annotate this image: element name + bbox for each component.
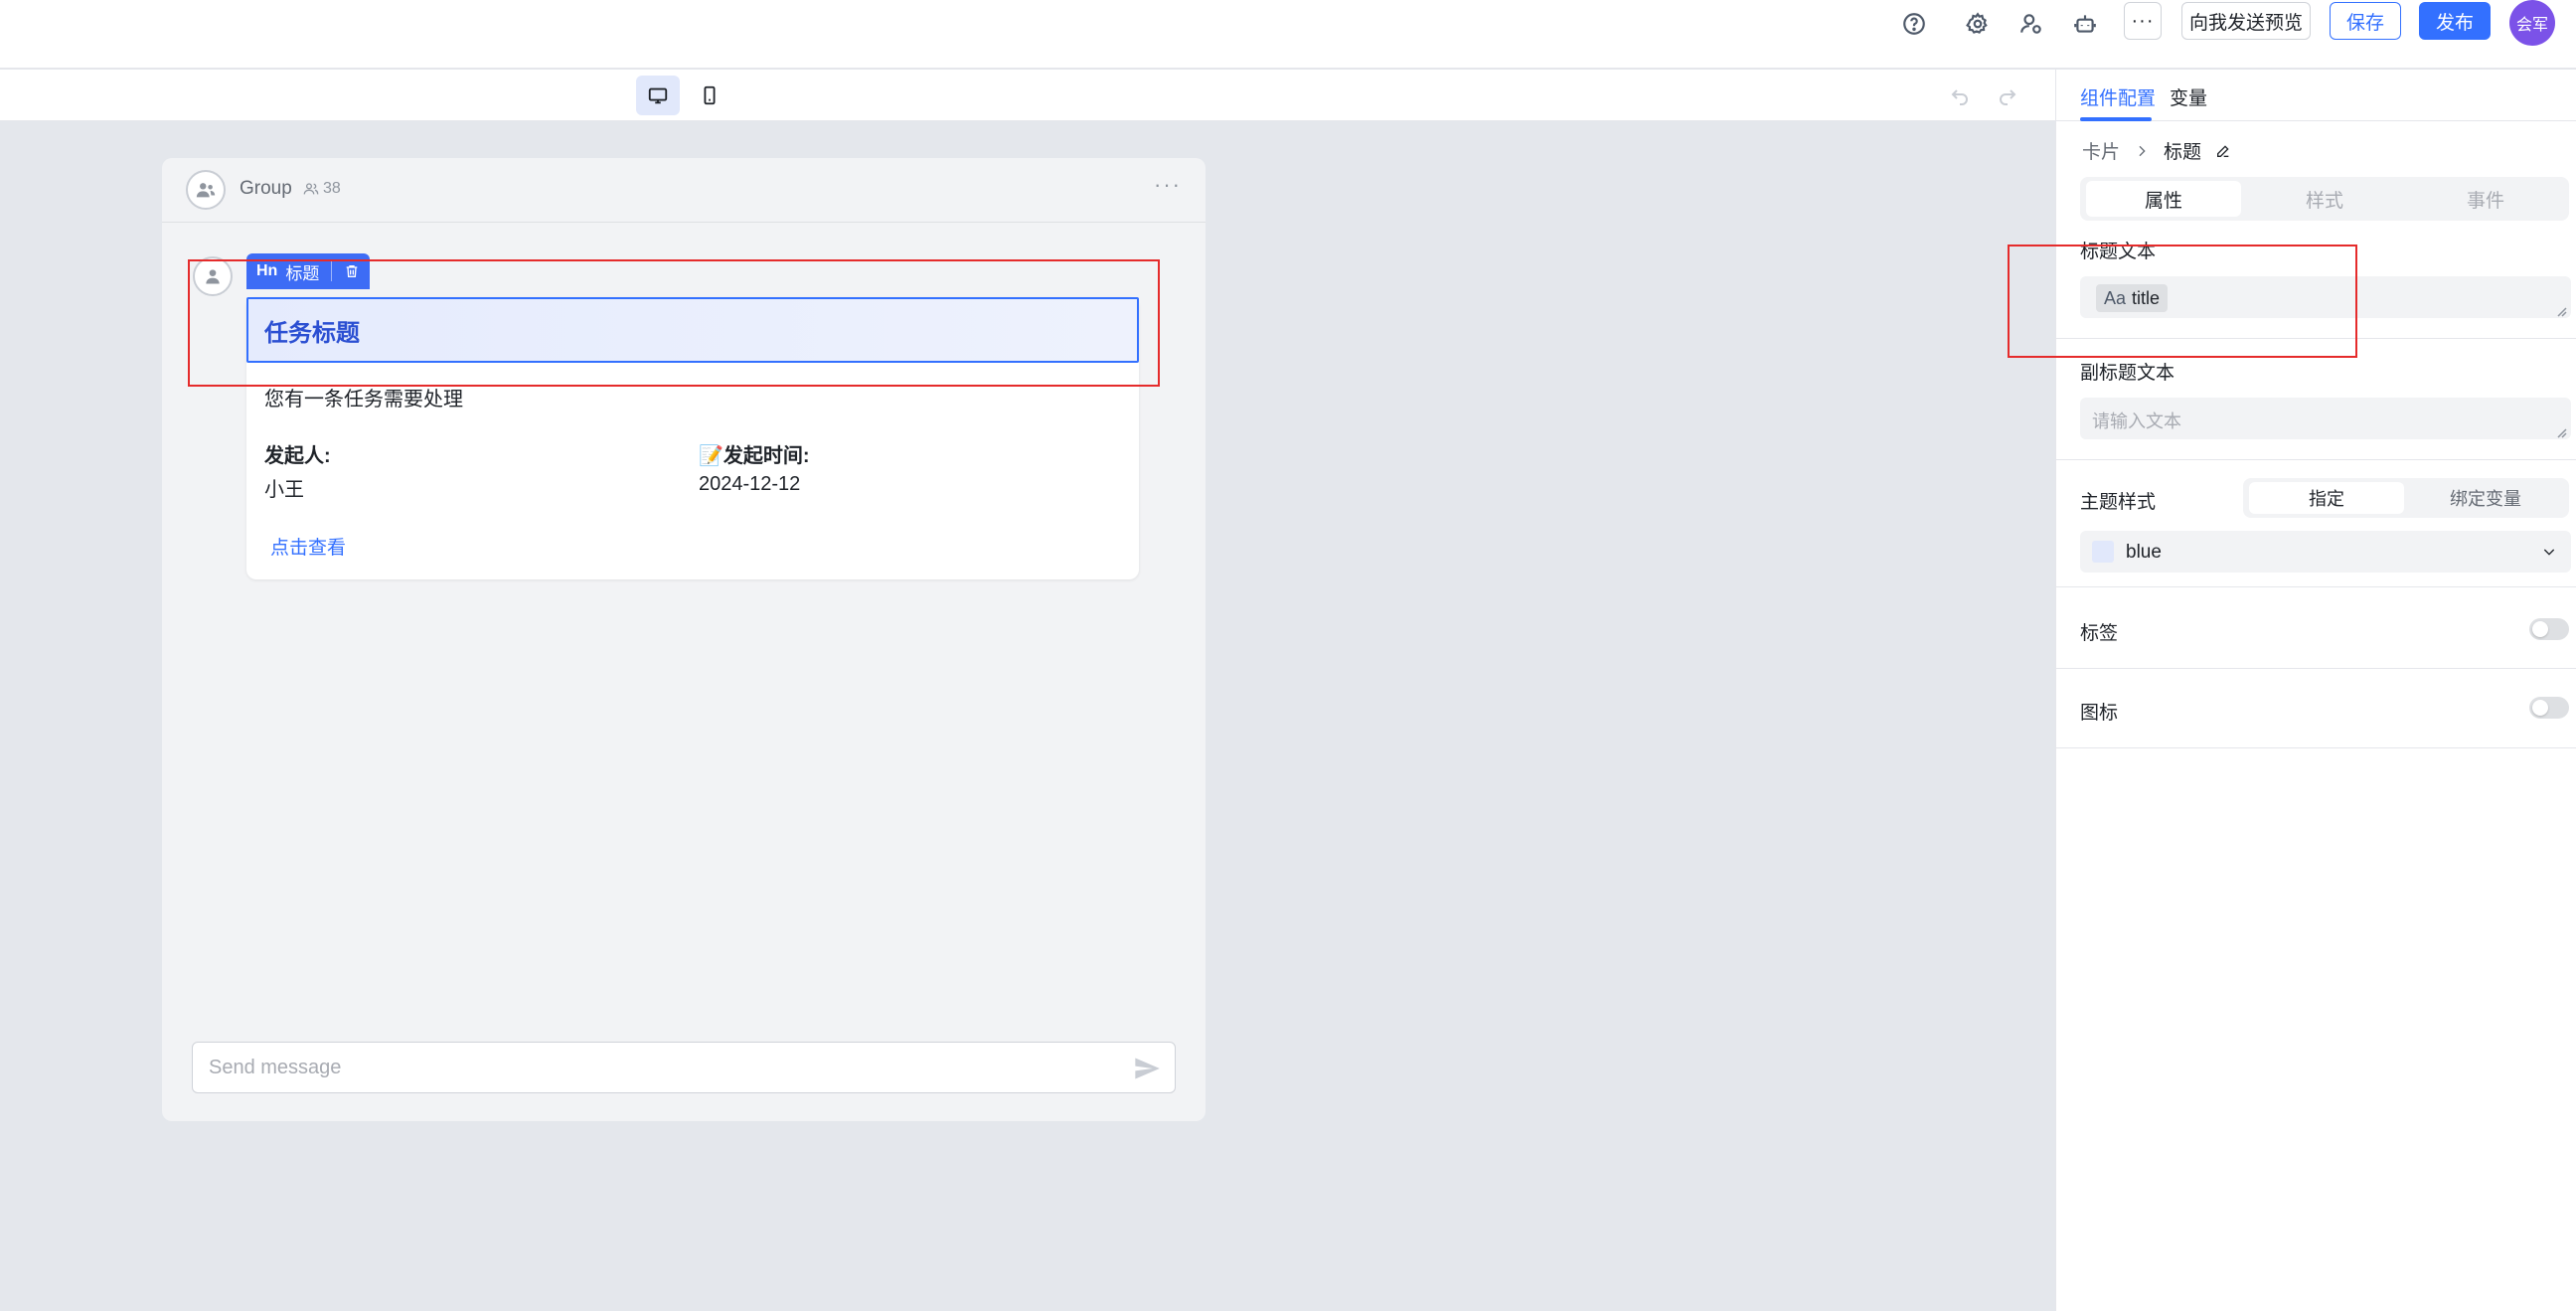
group-name: Group xyxy=(240,178,292,199)
tag-toggle[interactable] xyxy=(2529,618,2569,640)
group-avatar xyxy=(186,170,226,210)
divider xyxy=(2056,586,2576,587)
panel-segment-control: 属性 样式 事件 xyxy=(2080,177,2569,221)
divider xyxy=(2056,459,2576,460)
resize-handle-icon[interactable] xyxy=(2557,425,2567,438)
icon-label: 图标 xyxy=(2080,703,2119,724)
desktop-view-button[interactable] xyxy=(636,76,680,115)
annotation-box-title xyxy=(188,259,1160,387)
send-icon[interactable] xyxy=(1133,1055,1161,1082)
member-count-value: 38 xyxy=(323,180,341,197)
subtitle-text-field[interactable]: 请输入文本 xyxy=(2080,398,2571,439)
question-circle-icon[interactable] xyxy=(1894,4,1934,44)
group-icon xyxy=(196,183,216,198)
active-tab-indicator xyxy=(2080,117,2152,121)
color-swatch xyxy=(2092,541,2114,563)
top-bar: ··· 向我发送预览 保存 发布 会军 xyxy=(0,0,2576,69)
theme-mode-fixed[interactable]: 指定 xyxy=(2249,482,2404,514)
chat-header: Group 38 ··· xyxy=(162,158,1206,223)
mobile-icon xyxy=(704,85,716,105)
robot-icon[interactable] xyxy=(2065,4,2105,44)
icon-toggle[interactable] xyxy=(2529,697,2569,719)
field-value-initiator: 小王 xyxy=(264,479,304,501)
theme-color-value: blue xyxy=(2126,542,2162,563)
undo-button[interactable] xyxy=(1944,80,1976,111)
field-value-time: 2024-12-12 xyxy=(699,473,801,495)
edit-icon[interactable] xyxy=(2215,143,2231,159)
desktop-icon xyxy=(648,87,668,104)
segment-style[interactable]: 样式 xyxy=(2247,181,2402,217)
chat-more-icon[interactable]: ··· xyxy=(1154,172,1182,198)
view-link[interactable]: 点击查看 xyxy=(270,533,346,560)
theme-color-select[interactable]: blue xyxy=(2080,531,2571,573)
panel-tabs: 组件配置 变量 xyxy=(2056,70,2576,121)
mobile-view-button[interactable] xyxy=(688,76,731,115)
field-label-time: 📝发起时间: xyxy=(699,445,810,467)
redo-icon xyxy=(2000,89,2016,105)
card-subtitle: 您有一条任务需要处理 xyxy=(264,389,463,410)
save-button[interactable]: 保存 xyxy=(2330,2,2401,40)
divider xyxy=(2056,747,2576,748)
theme-style-label: 主题样式 xyxy=(2080,492,2157,513)
publish-button[interactable]: 发布 xyxy=(2419,2,2491,40)
breadcrumb-current: 标题 xyxy=(2164,142,2202,163)
user-settings-icon[interactable] xyxy=(2012,4,2051,44)
gear-icon[interactable] xyxy=(1958,4,1998,44)
segment-properties[interactable]: 属性 xyxy=(2086,181,2241,217)
message-input[interactable]: Send message xyxy=(192,1042,1176,1093)
members-icon xyxy=(303,183,319,195)
segment-events[interactable]: 事件 xyxy=(2408,181,2563,217)
field-label-initiator: 发起人: xyxy=(264,445,331,467)
tag-label: 标签 xyxy=(2080,623,2119,644)
tab-component-config[interactable]: 组件配置 xyxy=(2080,83,2156,110)
subtitle-text-label: 副标题文本 xyxy=(2080,363,2175,384)
send-preview-button[interactable]: 向我发送预览 xyxy=(2181,2,2311,40)
chevron-down-icon xyxy=(2541,544,2557,565)
breadcrumb: 卡片 标题 xyxy=(2082,137,2231,164)
member-count: 38 xyxy=(303,180,341,198)
theme-mode-toggle: 指定 绑定变量 xyxy=(2243,478,2569,518)
redo-button[interactable] xyxy=(1992,80,2023,111)
subtitle-placeholder: 请输入文本 xyxy=(2092,411,2181,431)
theme-mode-bind-variable[interactable]: 绑定变量 xyxy=(2408,482,2563,514)
user-avatar[interactable]: 会军 xyxy=(2509,0,2555,46)
breadcrumb-parent[interactable]: 卡片 xyxy=(2082,137,2120,164)
editor-toolbar xyxy=(0,70,2055,121)
resize-handle-icon[interactable] xyxy=(2557,304,2567,317)
message-input-placeholder: Send message xyxy=(209,1057,342,1078)
divider xyxy=(2056,668,2576,669)
annotation-box-title-field xyxy=(2008,245,2357,358)
more-button[interactable]: ··· xyxy=(2124,2,2162,40)
undo-icon xyxy=(1951,89,1968,105)
tab-variables[interactable]: 变量 xyxy=(2170,83,2207,110)
chevron-right-icon xyxy=(2139,145,2146,156)
